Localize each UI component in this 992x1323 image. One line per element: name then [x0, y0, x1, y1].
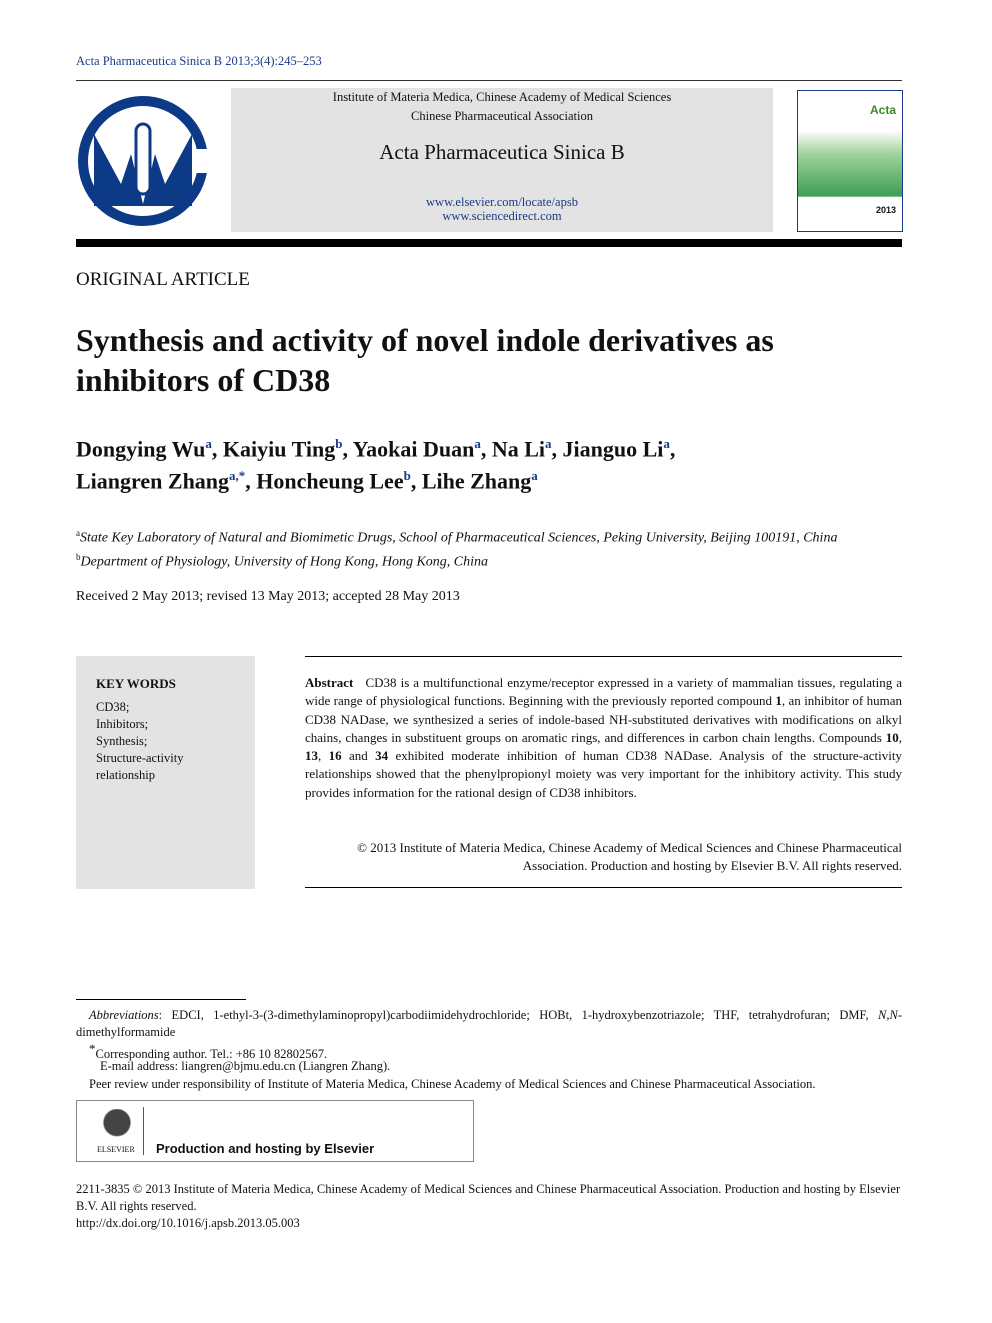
affiliations: aState Key Laboratory of Natural and Bio… [76, 528, 838, 570]
org-1: Institute of Materia Medica, Chinese Aca… [332, 90, 672, 104]
paper-page: Acta Pharmaceutica Sinica B 2013;3(4):24… [0, 0, 992, 1323]
divider [76, 80, 902, 81]
abstract-copyright: © 2013 Institute of Materia Medica, Chin… [357, 840, 902, 874]
org-2: Chinese Pharmaceutical Association [411, 109, 593, 123]
footnote-rule [76, 999, 246, 1000]
received-dates: Received 2 May 2013; revised 13 May 2013… [76, 589, 460, 604]
email[interactable]: E-mail address: liangren@bjmu.edu.cn (Li… [100, 1058, 926, 1075]
article-title: Synthesis and activity of novel indole d… [76, 322, 774, 398]
journal-banner: Institute of Materia Medica, Chinese Aca… [231, 88, 773, 232]
keywords-box: KEY WORDS CD38; Inhibitors; Synthesis; S… [76, 656, 255, 889]
abbreviations: Abbreviations: EDCI, 1-ethyl-3-(3-dimeth… [76, 1008, 902, 1039]
keyword: Structure-activity relationship [96, 751, 184, 782]
author-list: Dongying Wua, Kaiyiu Tingb, Yaokai Duana… [76, 436, 676, 494]
journal-title: Acta Pharmaceutica Sinica B [379, 140, 625, 164]
issn-copyright: 2211-3835 © 2013 Institute of Materia Me… [76, 1182, 902, 1232]
elsevier-tree-logo [97, 1109, 137, 1143]
link-elsevier[interactable]: www.elsevier.com/locate/apsb [231, 195, 773, 209]
journal-citation[interactable]: Acta Pharmaceutica Sinica B 2013;3(4):24… [76, 54, 322, 69]
article-type: ORIGINAL ARTICLE [76, 269, 250, 290]
divider [305, 656, 902, 657]
link-sciencedirect[interactable]: www.sciencedirect.com [231, 209, 773, 223]
elsevier-tagline: Production and hosting by Elsevier [156, 1141, 375, 1156]
doi-link[interactable]: http://dx.doi.org/10.1016/j.apsb.2013.05… [76, 1215, 902, 1232]
journal-cover-image: Acta 2013 [797, 90, 903, 232]
peer-review: Peer review under responsibility of Inst… [89, 1077, 816, 1091]
header-rule [76, 239, 902, 247]
imm-logo [78, 96, 210, 226]
keyword: CD38; [96, 700, 130, 714]
divider [305, 887, 902, 888]
elsevier-box: ELSEVIER Production and hosting by Elsev… [76, 1100, 474, 1162]
keyword: Inhibitors; [96, 717, 149, 731]
keyword: Synthesis; [96, 734, 148, 748]
abstract: Abstract CD38 is a multifunctional enzym… [305, 675, 903, 800]
